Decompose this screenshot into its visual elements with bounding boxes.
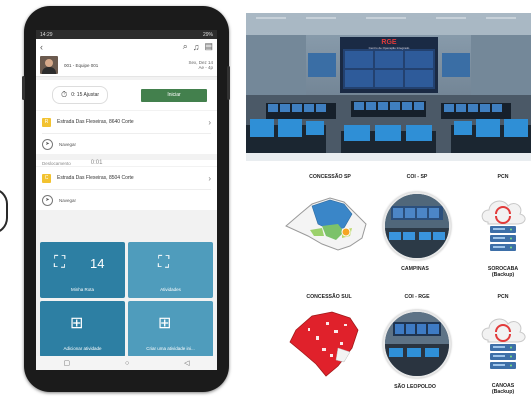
travel-separator: Deslocamento 0:01 <box>36 160 217 166</box>
map-add-icon: ⊞ <box>70 315 84 332</box>
task-badge: C <box>42 173 51 183</box>
user-row: 001 - Equipe 001 Sex, Dez 14 Ae - 4p <box>36 54 217 77</box>
pcn-site-1: SOROCABA (Backup) <box>478 266 528 278</box>
start-button[interactable]: Iniciar <box>141 88 207 102</box>
travel-time: 0:01 <box>90 160 103 166</box>
phone-frame: 14:29 29% ‹ ⌕ ♫ ▤ 001 - Equipe 001 Sex, … <box>22 6 230 392</box>
actions-row: ⏱ 0: 15 Ajustar Iniciar <box>36 80 217 110</box>
map-pin-icon: ⛶ <box>54 254 66 271</box>
task-address: Estrada Das Flexeiras, 8640 Corte <box>57 119 134 125</box>
task-badge: R <box>42 117 51 127</box>
back-icon[interactable]: ‹ <box>40 42 43 52</box>
bell-icon[interactable]: ♫ <box>193 42 200 52</box>
recent-apps-button[interactable]: ▢ <box>63 359 70 367</box>
tile-add-activity[interactable]: ⊞ Adicionar atividade <box>40 301 125 357</box>
date-line-2: Ae - 4p <box>198 65 213 70</box>
tile-count: 14 <box>90 256 105 271</box>
navigate-button[interactable]: ➤ Navegar <box>42 134 211 154</box>
task-card-1[interactable]: R Estrada Das Flexeiras, 8640 Corte › ➤ … <box>36 111 217 154</box>
partial-shape-left <box>0 188 8 234</box>
map-add-icon: ⊞ <box>158 315 172 332</box>
phone-side-button <box>22 76 25 100</box>
date-label: Sex, Dez 14 Ae - 4p <box>188 60 213 70</box>
room-subtitle: Centro de Operação Integrado <box>369 46 410 50</box>
status-bar: 14:29 29% <box>36 30 217 39</box>
tile-label: Adicionar atividade <box>63 346 102 351</box>
region-label-sul: CONCESSÃO SUL <box>306 294 352 300</box>
phone-volume-button <box>227 66 230 100</box>
chat-icon[interactable]: ▤ <box>204 41 213 52</box>
pcn-label-1: PCN <box>497 174 509 180</box>
rs-state-map <box>289 311 359 377</box>
adjust-label: 0: 15 Ajustar <box>71 92 100 98</box>
coi-rge-photo <box>383 310 451 378</box>
cloud-server-icon <box>481 318 526 369</box>
control-room-illustration: RGE Centro de Operação Integrado <box>246 13 531 161</box>
coi-label-sp: COI - SP <box>406 174 428 180</box>
avatar <box>40 56 58 74</box>
map-refresh-icon: ⛶ <box>158 254 170 271</box>
control-room-photo: RGE Centro de Operação Integrado <box>246 13 531 161</box>
tile-label: Criar uma atividade ini... <box>146 346 195 351</box>
navigate-label: Navegar <box>59 197 77 203</box>
tile-my-route[interactable]: ⛶ 14 Minha Rota <box>40 242 125 298</box>
status-battery: 29% <box>202 31 213 38</box>
phone-screen: 14:29 29% ‹ ⌕ ♫ ▤ 001 - Equipe 001 Sex, … <box>36 30 217 370</box>
app-bar: ‹ ⌕ ♫ ▤ <box>36 39 217 54</box>
back-button[interactable]: ◁ <box>184 359 189 367</box>
navigate-icon: ➤ <box>42 138 53 150</box>
adjust-button[interactable]: ⏱ 0: 15 Ajustar <box>52 86 109 104</box>
navigate-icon: ➤ <box>42 194 53 206</box>
task-row[interactable]: R Estrada Das Flexeiras, 8640 Corte › <box>42 111 211 134</box>
tile-activities[interactable]: ⛶ Atividades <box>128 242 213 298</box>
pcn-label-2: PCN <box>497 294 509 300</box>
navigate-button[interactable]: ➤ Navegar <box>42 190 211 210</box>
status-time: 14:29 <box>40 31 53 38</box>
tile-label: Minha Rota <box>70 287 94 292</box>
task-row[interactable]: C Estrada Das Flexeiras, 8504 Corte › <box>42 167 211 190</box>
home-button[interactable]: ○ <box>125 360 129 367</box>
android-navbar: ▢ ○ ◁ <box>36 356 217 370</box>
region-label-sp: CONCESSÃO SP <box>309 174 351 180</box>
sp-state-map <box>285 197 367 251</box>
coi-label-rge: COI - RGE <box>404 294 430 300</box>
pcn-site-note: (Backup) <box>491 389 515 395</box>
team-label: 001 - Equipe 001 <box>64 62 99 68</box>
task-address: Estrada Das Flexeiras, 8504 Corte <box>57 175 134 181</box>
brand-logo: RGE <box>381 39 397 46</box>
coi-sp-photo <box>383 192 451 260</box>
pcn-site-note: (Backup) <box>491 272 515 278</box>
coi-site-rge: SÃO LEOPOLDO <box>394 384 436 390</box>
task-card-2[interactable]: C Estrada Das Flexeiras, 8504 Corte › ➤ … <box>36 167 217 210</box>
chevron-right-icon: › <box>208 173 211 183</box>
tile-create-activity[interactable]: ⊞ Criar uma atividade ini... <box>128 301 213 357</box>
clock-icon: ⏱ <box>61 90 68 99</box>
travel-label: Deslocamento <box>42 160 71 166</box>
tile-grid: ⛶ 14 Minha Rota ⛶ Atividades ⊞ Adicionar… <box>40 242 213 357</box>
navigate-label: Navegar <box>59 141 77 147</box>
search-icon[interactable]: ⌕ <box>183 41 188 52</box>
cloud-server-icon <box>481 200 526 251</box>
chevron-right-icon: › <box>208 117 211 127</box>
tile-label: Atividades <box>160 287 181 292</box>
pcn-site-2: CANOAS (Backup) <box>478 383 528 395</box>
coi-site-sp: CAMPINAS <box>401 266 429 272</box>
